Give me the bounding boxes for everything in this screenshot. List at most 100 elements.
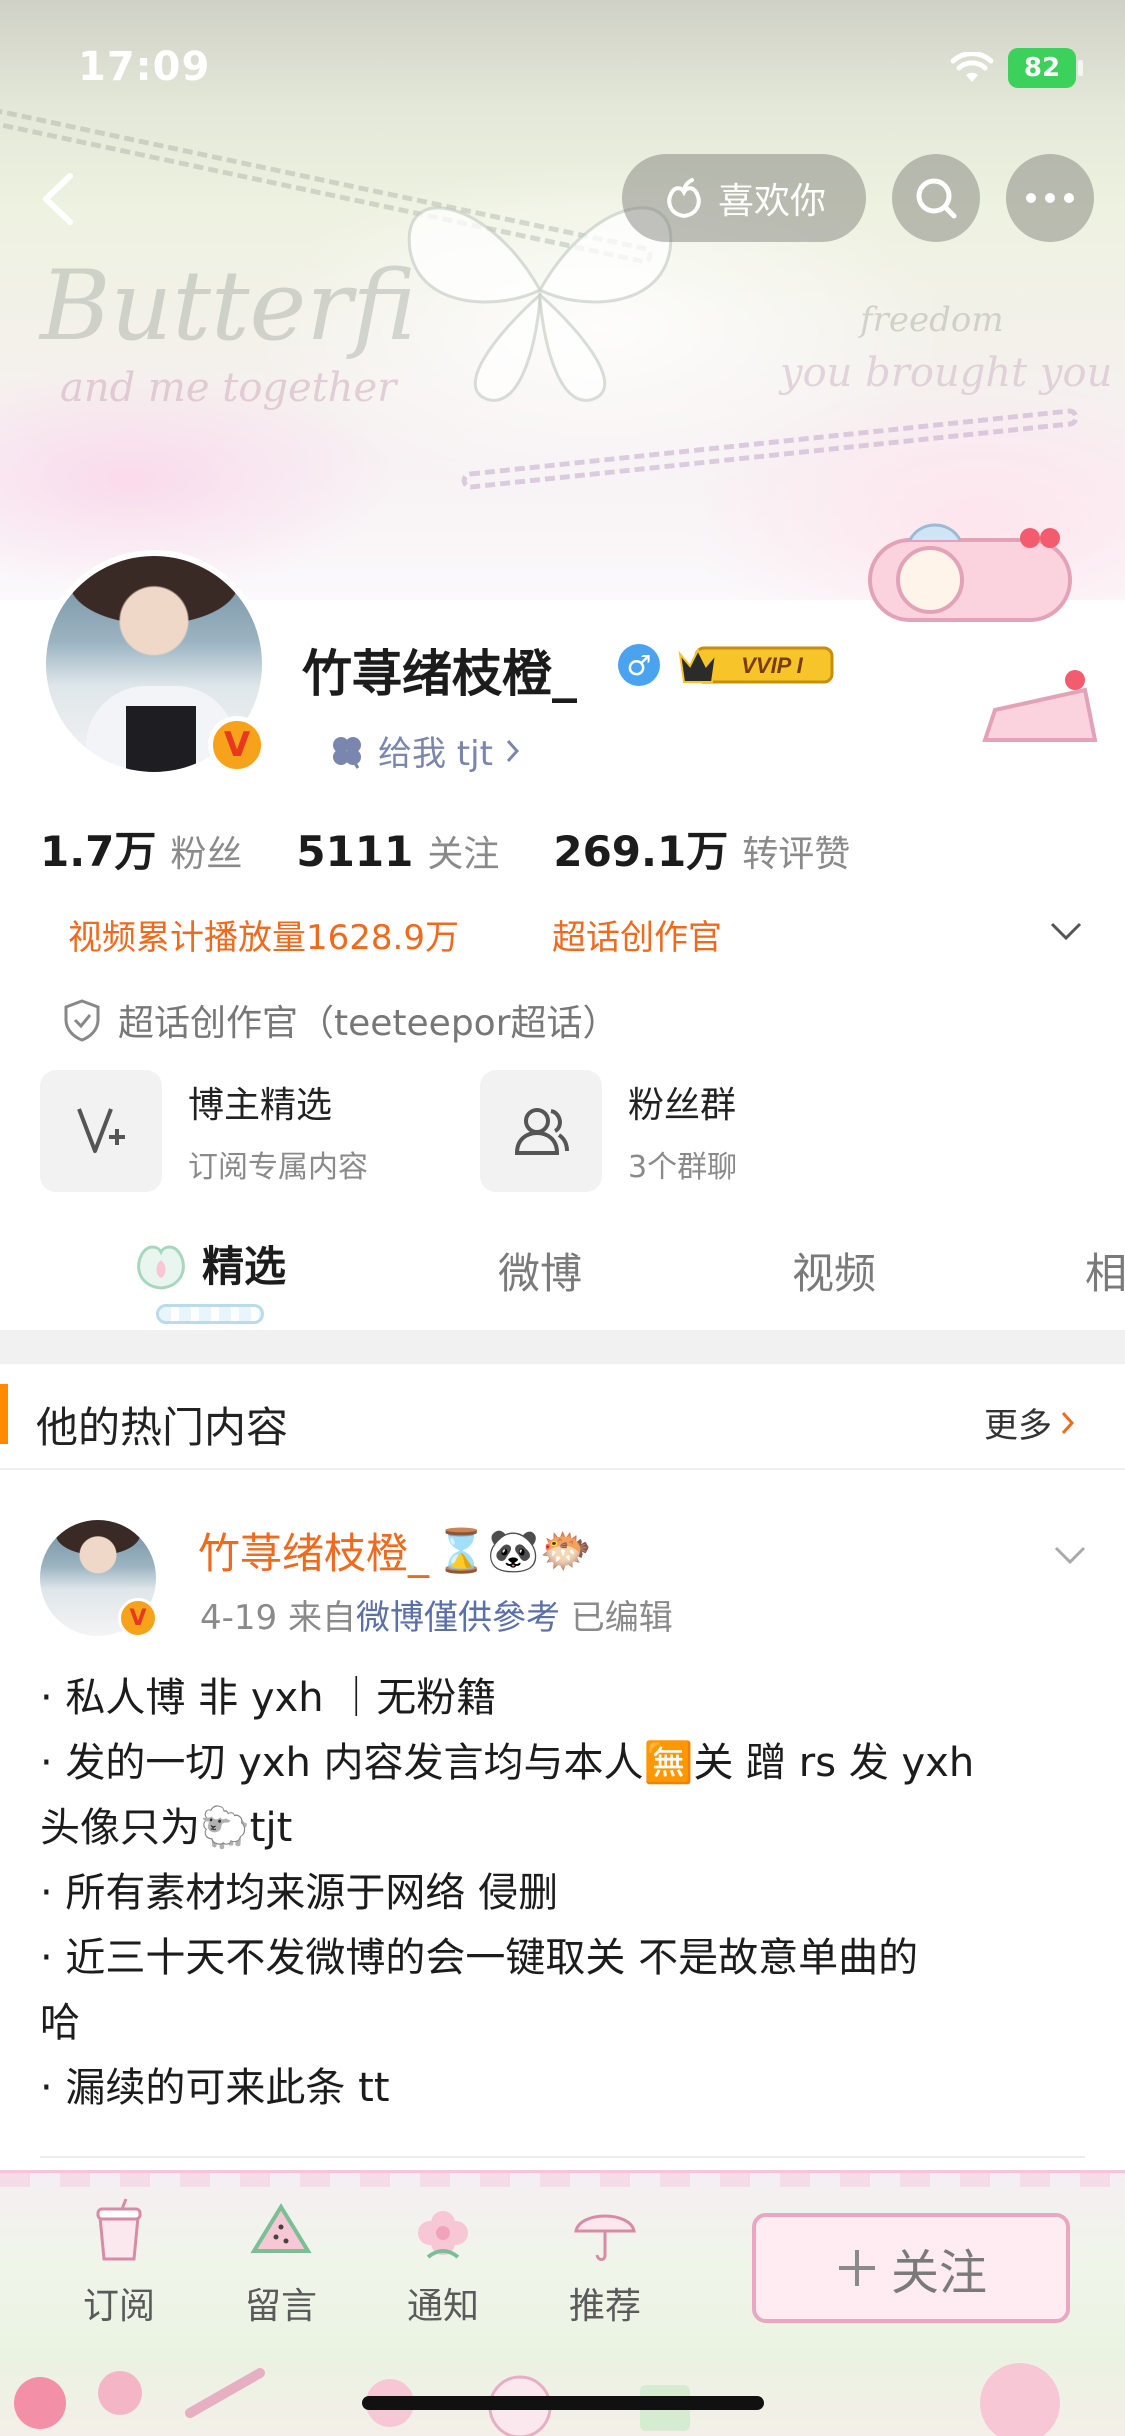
card-text: 粉丝群 3个群聊	[628, 1076, 737, 1186]
follow-label: 关注	[890, 2245, 987, 2301]
banner-script-text: you brought you	[780, 350, 1113, 396]
status-time: 17:09	[78, 44, 211, 90]
nav-recommend[interactable]: 推荐	[550, 2197, 660, 2329]
post-source-prefix: 来自	[287, 1598, 356, 1638]
tab-album[interactable]: 相	[1085, 1240, 1125, 1301]
verified-badge: V	[208, 716, 266, 774]
profile-stats: 1.7万 粉丝 5111 关注 269.1万 转评赞	[40, 818, 904, 879]
profile-username: 竹荨绪枝橙_	[302, 645, 577, 703]
post-author[interactable]: 竹荨绪枝橙_ ⌛🐼🐡	[198, 1520, 592, 1581]
post-line: 哈	[40, 2000, 80, 2046]
more-button[interactable]	[1006, 154, 1094, 242]
shield-check-icon	[64, 999, 100, 1042]
section-accent-bar	[0, 1384, 8, 1444]
nav-label: 订阅	[82, 2286, 155, 2327]
battery-indicator: 82	[1008, 48, 1076, 88]
group-icon	[514, 1108, 569, 1155]
cake-roll-decoration	[868, 523, 1072, 622]
section-divider	[0, 1330, 1125, 1364]
stat-label: 关注	[427, 834, 500, 875]
feature-cards: 博主精选 订阅专属内容 粉丝群 3个群聊	[40, 1070, 1100, 1192]
nav-label: 留言	[244, 2286, 317, 2327]
search-icon	[916, 178, 957, 219]
tag-video-plays[interactable]: 视频累计播放量1628.9万	[68, 910, 459, 959]
chevron-down-icon[interactable]	[1048, 916, 1084, 946]
post-author-name: 竹荨绪枝橙_	[198, 1529, 430, 1578]
vvip-badge-icon[interactable]: VVIP I	[676, 642, 836, 688]
post-line: · 私人博 非 yxh ｜无粉籍	[40, 1675, 497, 1721]
post-author-emojis: ⌛🐼🐡	[435, 1525, 592, 1575]
stat-label: 转评赞	[742, 834, 851, 875]
bottom-sweets-decoration	[14, 2363, 1060, 2436]
post-body: · 私人博 非 yxh ｜无粉籍 · 发的一切 yxh 内容发言均与本人🈚关 蹭…	[40, 1666, 1090, 2121]
signature-text: 给我 tjt	[378, 734, 493, 774]
profile-tabs: 精选 微博 视频 相	[0, 1200, 1125, 1330]
nav-comments[interactable]: 留言	[226, 2197, 336, 2329]
svg-text:VVIP I: VVIP I	[741, 653, 803, 678]
wifi-icon	[950, 52, 994, 82]
tab-weibo[interactable]: 微博	[498, 1240, 582, 1301]
banner-script-text: freedom	[860, 300, 1004, 340]
verified-badge: V	[118, 1598, 158, 1638]
stat-value: 5111	[296, 827, 414, 876]
card-text: 博主精选 订阅专属内容	[188, 1076, 368, 1186]
post-card[interactable]: V 竹荨绪枝橙_ ⌛🐼🐡 4-19 来自微博僅供參考 已编辑 · 私人博 非 y…	[0, 1470, 1125, 2160]
v-plus-icon	[77, 1108, 125, 1153]
honor-text: 超话创作官（teeteepor超话）	[118, 1003, 619, 1044]
tag-creator[interactable]: 超话创作官	[552, 910, 722, 959]
card-fan-groups[interactable]: 粉丝群 3个群聊	[480, 1070, 737, 1192]
post-edited: 已编辑	[570, 1598, 673, 1638]
more-link[interactable]: 更多	[984, 1398, 1076, 1447]
nav-subscribe[interactable]: 订阅	[64, 2197, 174, 2329]
card-title: 博主精选	[188, 1085, 333, 1126]
banner-script-text: and me together	[60, 365, 397, 411]
cake-slice-decoration	[982, 670, 1098, 742]
plus-icon	[838, 2250, 875, 2286]
follow-button[interactable]: 关注	[752, 2213, 1070, 2323]
search-button[interactable]	[892, 154, 980, 242]
tab-label: 精选	[202, 1241, 287, 1291]
card-subtitle: 3个群聊	[628, 1150, 738, 1185]
card-icon-box	[480, 1070, 602, 1192]
tab-active-indicator	[156, 1304, 264, 1324]
male-gender-icon: ♂	[618, 644, 660, 686]
post-line: · 近三十天不发微博的会一键取关 不是故意单曲的	[40, 1935, 919, 1981]
section-title: 他的热门内容	[36, 1403, 289, 1452]
chevron-down-icon[interactable]	[1052, 1542, 1088, 1568]
like-button[interactable]: 喜欢你	[622, 154, 866, 242]
stat-value: 1.7万	[40, 827, 157, 876]
battery-nub	[1078, 60, 1083, 76]
peach-tab-icon	[137, 1245, 185, 1290]
nav-label: 通知	[406, 2286, 479, 2327]
chevron-right-icon	[1061, 1411, 1075, 1434]
tab-video[interactable]: 视频	[792, 1240, 876, 1301]
card-blogger-picks[interactable]: 博主精选 订阅专属内容	[40, 1070, 368, 1192]
post-divider	[40, 2156, 1085, 2158]
nav-notifications[interactable]: 通知	[388, 2197, 498, 2329]
post-line: 头像只为🐑tjt	[40, 1805, 293, 1851]
tab-featured[interactable]: 精选	[130, 1232, 286, 1294]
post-source[interactable]: 微博僅供參考	[356, 1598, 560, 1638]
stat-following[interactable]: 5111 关注	[296, 825, 499, 877]
avatar-figure	[126, 706, 196, 772]
stat-interactions[interactable]: 269.1万 转评赞	[553, 818, 850, 879]
post-date: 4-19	[200, 1598, 278, 1638]
card-title: 粉丝群	[628, 1085, 737, 1126]
more-label: 更多	[984, 1406, 1052, 1446]
honor-row[interactable]: 超话创作官（teeteepor超话）	[62, 994, 619, 1046]
peach-icon	[667, 178, 701, 219]
stat-followers[interactable]: 1.7万 粉丝	[40, 818, 242, 879]
home-indicator[interactable]	[362, 2396, 764, 2410]
card-subtitle: 订阅专属内容	[188, 1150, 368, 1185]
back-icon[interactable]	[30, 164, 90, 234]
watermelon-icon	[250, 2203, 312, 2253]
post-line: · 所有素材均来源于网络 侵删	[40, 1870, 559, 1916]
banner-script-text: Butterfi	[40, 250, 417, 362]
banner-chain-decoration	[460, 407, 1080, 491]
post-line: · 发的一切 yxh 内容发言均与本人🈚关 蹭 rs 发 yxh	[40, 1740, 975, 1786]
profile-signature[interactable]: 给我 tjt	[328, 726, 521, 775]
flower-icon	[418, 2211, 468, 2259]
stat-label: 粉丝	[170, 834, 243, 875]
post-line: · 漏续的可来此条 tt	[40, 2065, 390, 2111]
chevron-right-icon	[506, 739, 519, 762]
